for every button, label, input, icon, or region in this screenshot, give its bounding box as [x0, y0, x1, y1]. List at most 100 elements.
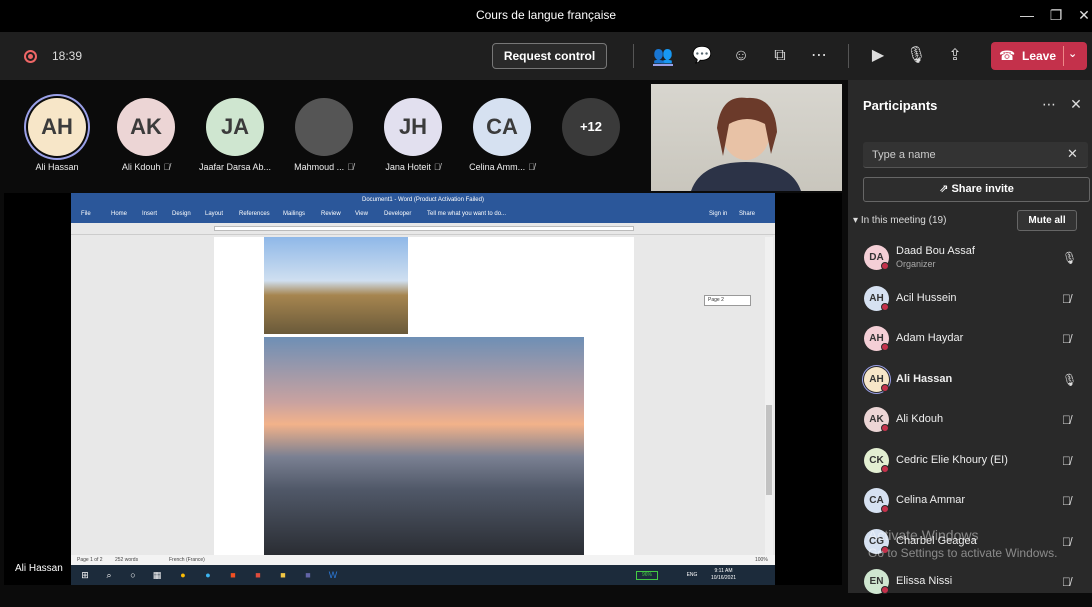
- share-screen-icon[interactable]: ⇪: [945, 46, 965, 66]
- close-window-icon[interactable]: ✕: [1075, 6, 1092, 24]
- search-icon[interactable]: ⌕: [103, 569, 115, 581]
- leave-label: Leave: [1022, 49, 1057, 63]
- ribbon-tab[interactable]: View: [355, 211, 368, 217]
- zoom-level: 100%: [755, 557, 768, 563]
- sign-in-link[interactable]: Sign in: [709, 211, 727, 217]
- ribbon-tab[interactable]: Home: [111, 211, 127, 217]
- mic-off-icon[interactable]: 🎙̸: [1062, 413, 1071, 427]
- participant-initials: EN: [869, 576, 884, 587]
- participant-name: Celina Ammar: [896, 494, 966, 506]
- mic-on-icon[interactable]: 🎙: [1062, 251, 1077, 265]
- mic-off-icon[interactable]: 🎙̸: [1062, 535, 1071, 549]
- mail-icon[interactable]: ■: [252, 569, 264, 581]
- participants-icon[interactable]: 👥: [653, 46, 673, 66]
- gallery-name: Jaafar Darsa Ab...: [190, 162, 280, 172]
- ribbon-tab[interactable]: Mailings: [283, 211, 305, 217]
- presence-dot: [881, 424, 889, 432]
- avatar: +12: [562, 98, 620, 156]
- sunset-photo[interactable]: [264, 337, 584, 555]
- participant-avatar: AH: [864, 326, 889, 351]
- participant-name: Daad Bou Assaf: [896, 245, 975, 257]
- presence-dot: [881, 343, 889, 351]
- participant-initials: CK: [869, 454, 884, 466]
- windows-taskbar: ⊞ ⌕ ○ ▦ ● ● ■ ■ ■ ■ W 96% ENG 9:11 AM 10…: [71, 565, 775, 585]
- participant-row[interactable]: AH Adam Haydar 🎙̸: [848, 324, 1092, 364]
- ribbon-tab[interactable]: Design: [172, 211, 191, 217]
- search-input[interactable]: [872, 147, 1052, 163]
- mic-on-icon[interactable]: 🎙: [1062, 373, 1077, 387]
- participant-video[interactable]: [651, 84, 842, 191]
- ribbon-tab[interactable]: Review: [321, 211, 341, 217]
- mic-off-icon[interactable]: 🎙̸: [1062, 454, 1071, 468]
- participant-row[interactable]: CA Celina Ammar 🎙̸: [848, 486, 1092, 526]
- mic-off-icon: 🎙̸: [163, 162, 171, 172]
- clear-search-icon[interactable]: ✕: [1067, 146, 1078, 162]
- scroll-thumb[interactable]: [766, 405, 772, 495]
- mic-off-icon[interactable]: 🎙̸: [1062, 332, 1071, 346]
- mic-off-icon[interactable]: 🎙̸: [1062, 575, 1071, 589]
- in-meeting-header[interactable]: ▾ In this meeting (19): [853, 215, 946, 226]
- file-explorer-icon[interactable]: ■: [277, 569, 289, 581]
- edge-icon[interactable]: ●: [202, 569, 214, 581]
- word-share-button[interactable]: Share: [739, 211, 755, 217]
- gallery-tile[interactable]: AH Ali Hassan: [12, 98, 102, 178]
- word-scrollbar[interactable]: [765, 237, 773, 555]
- ribbon-tab[interactable]: References: [239, 211, 270, 217]
- participant-row[interactable]: DA Daad Bou Assaf Organizer 🎙: [848, 243, 1092, 283]
- chrome-icon[interactable]: ●: [177, 569, 189, 581]
- tell-me-box[interactable]: Tell me what you want to do...: [427, 211, 506, 217]
- ribbon-tab[interactable]: Insert: [142, 211, 157, 217]
- more-options-icon[interactable]: ⋯: [809, 46, 829, 66]
- reactions-icon[interactable]: ☺: [731, 46, 751, 66]
- ribbon-tab[interactable]: File: [81, 211, 91, 217]
- word-window: Document1 - Word (Product Activation Fai…: [71, 193, 775, 585]
- gallery-tile[interactable]: JH Jana Hoteit 🎙̸: [368, 98, 458, 178]
- clock-date: 10/16/2021: [711, 575, 737, 581]
- avatar: JA: [206, 98, 264, 156]
- participant-row[interactable]: AH Ali Hassan 🎙: [848, 365, 1092, 405]
- camera-icon[interactable]: ▶: [868, 46, 888, 66]
- minimize-icon[interactable]: —: [1018, 6, 1036, 24]
- task-view-icon[interactable]: ▦: [151, 569, 163, 581]
- input-language[interactable]: ENG: [683, 569, 701, 581]
- word-ruler: [71, 223, 775, 235]
- ribbon-tab[interactable]: Layout: [205, 211, 223, 217]
- participant-initials: AH: [869, 292, 884, 304]
- mic-off-icon[interactable]: 🎙̸: [1062, 494, 1071, 508]
- close-panel-icon[interactable]: ✕: [1068, 96, 1084, 112]
- participant-row[interactable]: CK Cedric Elie Khoury (EI) 🎙̸: [848, 446, 1092, 486]
- window-title-bar: Cours de langue française — ❐ ✕: [0, 0, 1092, 32]
- rooms-icon[interactable]: ⧉: [770, 46, 790, 66]
- ribbon-tab[interactable]: Developer: [384, 211, 411, 217]
- cortana-icon[interactable]: ○: [127, 569, 139, 581]
- chat-icon[interactable]: 💬: [692, 46, 712, 66]
- participant-avatar: AK: [864, 407, 889, 432]
- powerpoint-icon[interactable]: ■: [227, 569, 239, 581]
- activate-windows-text: Go to Settings to activate Windows.: [868, 546, 1058, 560]
- microphone-icon[interactable]: 🎙: [906, 46, 926, 66]
- panel-more-icon[interactable]: ⋯: [1041, 96, 1057, 112]
- participant-row[interactable]: EN Elissa Nissi 🎙̸: [848, 567, 1092, 607]
- windows-start-icon[interactable]: ⊞: [79, 569, 91, 581]
- gallery-tile[interactable]: AK Ali Kdouh 🎙̸: [101, 98, 191, 178]
- participant-row[interactable]: AK Ali Kdouh 🎙̸: [848, 405, 1092, 445]
- participant-name: Adam Haydar: [896, 332, 964, 344]
- mic-off-icon: 🎙̸: [347, 162, 354, 172]
- gallery-tile[interactable]: Mahmoud ... 🎙̸: [279, 98, 369, 178]
- gallery-tile[interactable]: CA Celina Amm... 🎙̸: [457, 98, 547, 178]
- hangup-icon: ☎: [999, 48, 1016, 63]
- share-invite-button[interactable]: ⇗ Share invite: [863, 177, 1090, 202]
- participant-avatar: EN: [864, 569, 889, 594]
- gallery-tile[interactable]: +12: [546, 98, 636, 178]
- maximize-icon[interactable]: ❐: [1047, 6, 1065, 24]
- landscape-photo[interactable]: [264, 237, 408, 334]
- gallery-tile[interactable]: JA Jaafar Darsa Ab...: [190, 98, 280, 178]
- chevron-down-icon[interactable]: ⌄: [1068, 47, 1077, 60]
- leave-button[interactable]: ☎ Leave ⌄: [991, 42, 1087, 70]
- participant-row[interactable]: AH Acil Hussein 🎙̸: [848, 284, 1092, 324]
- mic-off-icon[interactable]: 🎙̸: [1062, 292, 1071, 306]
- teams-icon[interactable]: ■: [302, 569, 314, 581]
- word-app-icon[interactable]: W: [327, 569, 339, 581]
- request-control-button[interactable]: Request control: [492, 43, 607, 69]
- mute-all-button[interactable]: Mute all: [1017, 210, 1077, 231]
